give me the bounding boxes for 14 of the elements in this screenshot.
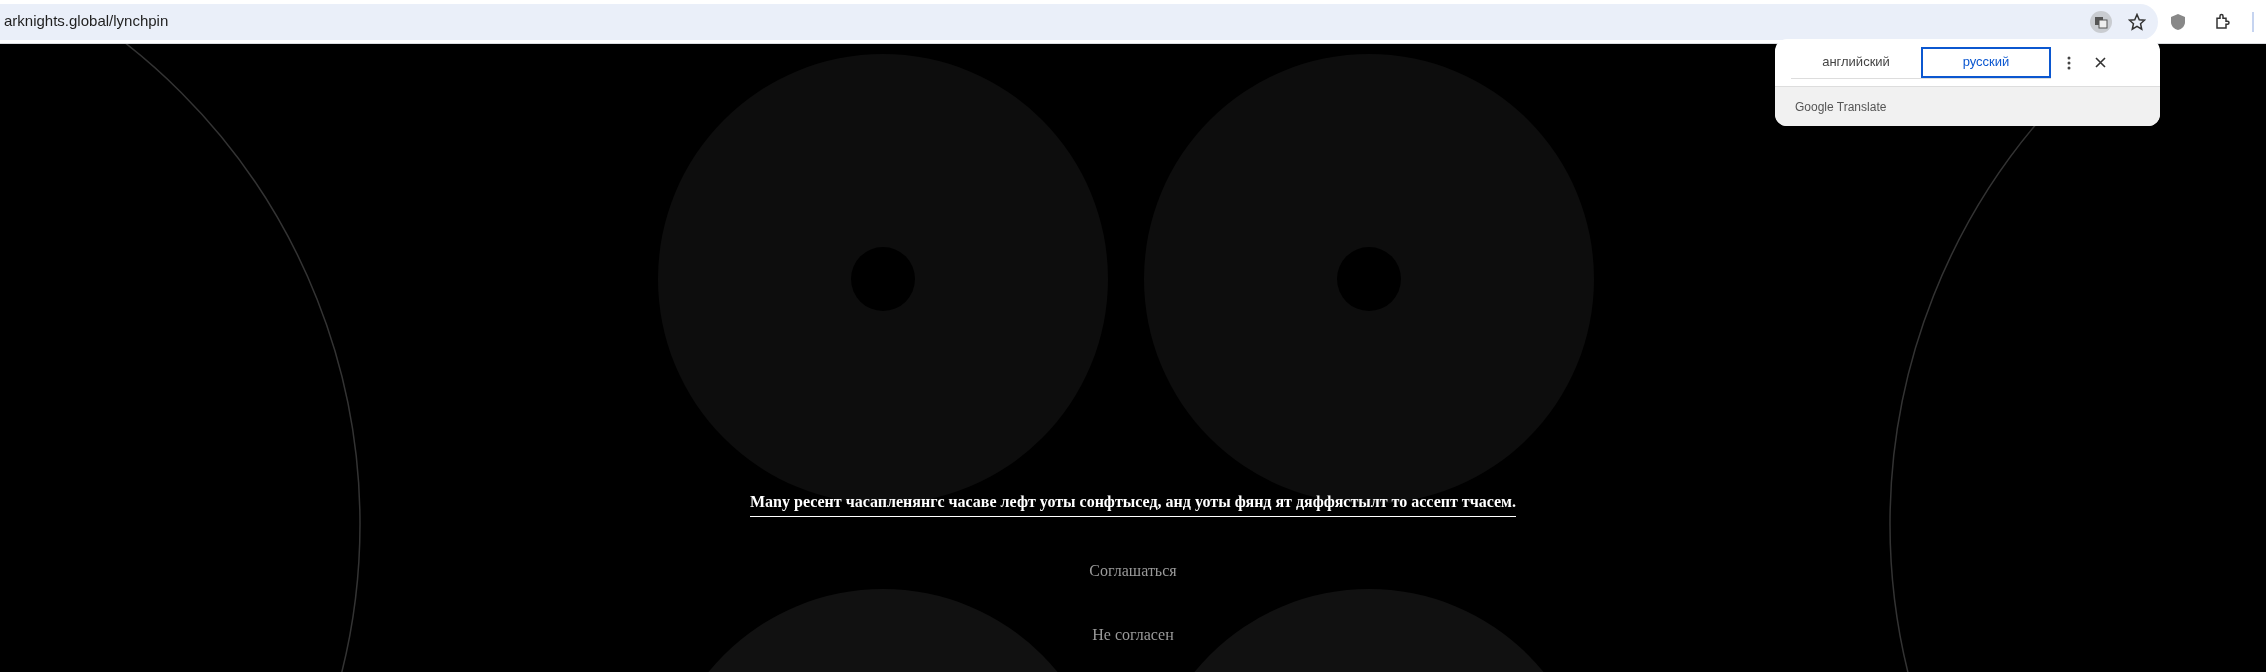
choice-button[interactable]: Соглашаться [1089, 559, 1177, 583]
message-text: Many ресент часапленянгс часаве лефт уоты сонфтысед, анд уоты фянд ят дяффястылт то ассепт тчасем. [750, 490, 1516, 517]
star-icon[interactable] [2128, 12, 2146, 31]
language-tab[interactable]: русский [1921, 46, 2051, 78]
footer-text: Google Translate [1795, 98, 1887, 116]
url-text: arknights.global/lynchpin [3, 11, 169, 32]
language-tab[interactable]: английский [1791, 46, 1921, 78]
more-icon[interactable] [2067, 55, 2071, 70]
translate-icon[interactable] [2090, 10, 2112, 33]
puzzle-icon[interactable] [2214, 12, 2232, 31]
close-icon[interactable] [2095, 57, 2106, 68]
address-bar[interactable]: arknights.global/lynchpin [0, 3, 2158, 40]
shield-icon[interactable] [2170, 12, 2186, 31]
choice-button[interactable]: Не согласен [1092, 623, 1174, 647]
